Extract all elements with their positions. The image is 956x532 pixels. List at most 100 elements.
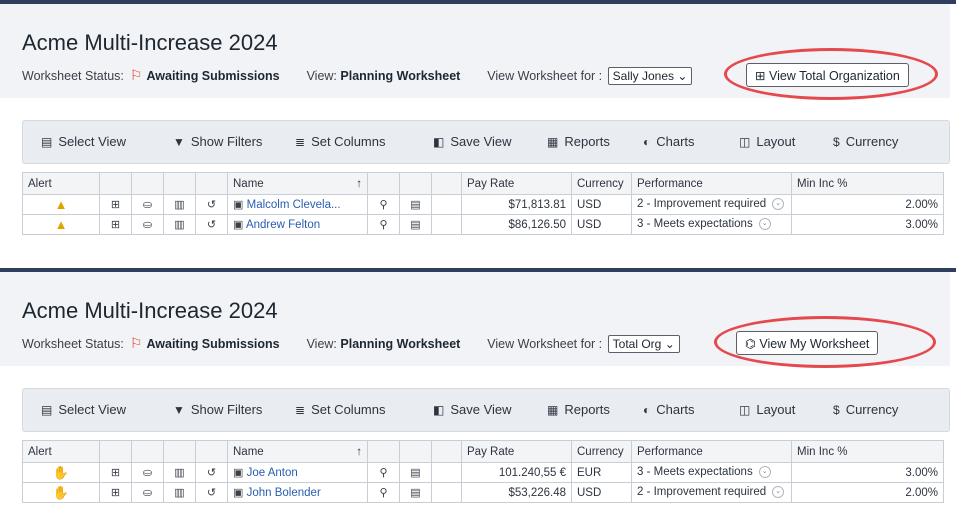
show-filters-button[interactable]: ▼ Show Filters [173,134,262,149]
column-header-alert[interactable]: Alert [22,440,100,463]
details-icon[interactable]: ⊞ [99,482,132,503]
employee-name-link[interactable]: Andrew Felton [246,219,320,231]
document-icon[interactable]: ▤ [399,214,432,235]
column-header-min-inc[interactable]: Min Inc % [791,172,944,195]
worksheet-for-label: View Worksheet for : [487,69,603,83]
column-header-currency[interactable]: Currency [571,172,632,195]
save-view-label: Save View [450,402,512,417]
briefcase-icon[interactable]: ⛀ [131,194,164,215]
book-icon[interactable]: ▥ [163,194,196,215]
layout-icon: ◫ [739,403,751,417]
details-icon[interactable]: ⊞ [99,462,132,483]
view-value: Planning Worksheet [340,69,461,83]
performance-cell[interactable]: 3 - Meets expectations ⌄ [631,214,792,235]
column-header-min-inc[interactable]: Min Inc % [791,440,944,463]
document-icon[interactable]: ▤ [399,462,432,483]
min-inc-cell: 2.00% [791,482,944,503]
details-icon[interactable]: ⊞ [99,214,132,235]
view-value: Planning Worksheet [340,337,461,351]
charts-button[interactable]: ◐ Charts [643,134,695,149]
status-line: Worksheet Status: ⚐ Awaiting Submissions V… [22,67,693,85]
employee-name-link[interactable]: Joe Anton [247,467,298,479]
select-view-label: Select View [58,402,127,417]
worksheet-panel-top: Acme Multi-Increase 2024 Worksheet Statu… [0,0,956,256]
details-icon[interactable]: ⊞ [99,194,132,215]
document-icon[interactable]: ▤ [399,194,432,215]
worksheet-panel-bottom: Acme Multi-Increase 2024 Worksheet Statu… [0,268,956,532]
min-inc-cell: 3.00% [791,462,944,483]
save-view-button[interactable]: ◧ Save View [433,134,512,149]
set-columns-button[interactable]: ≣ Set Columns [295,402,385,417]
save-icon: ◧ [433,135,445,149]
status-value: Awaiting Submissions [146,337,280,351]
employee-name-link[interactable]: John Bolender [247,487,321,499]
warning-icon[interactable]: ▲ [55,217,68,232]
show-filters-button[interactable]: ▼ Show Filters [173,402,262,417]
layout-button[interactable]: ◫ Layout [739,402,795,417]
status-label: Worksheet Status: [22,337,124,351]
stop-hand-icon[interactable]: ✋ [53,465,69,480]
flag-icon: ⚐ [129,67,143,83]
column-header-currency[interactable]: Currency [571,440,632,463]
set-columns-label: Set Columns [311,134,386,149]
column-header-pay-rate[interactable]: Pay Rate [461,440,572,463]
table-row: ✋ ⊞ ⛀ ▥ ↺ ▣ Joe Anton ⚲ ▤ 101.240,55 € E… [22,462,944,483]
currency-cell: EUR [571,462,632,483]
select-view-button[interactable]: ▤ Select View [41,402,126,417]
person-icon[interactable]: ⚲ [367,462,400,483]
min-inc-cell: 3.00% [791,214,944,235]
layout-button[interactable]: ◫ Layout [739,134,795,149]
layout-label: Layout [756,402,796,417]
warning-icon[interactable]: ▲ [55,197,68,212]
briefcase-icon[interactable]: ⛀ [131,214,164,235]
history-icon[interactable]: ↺ [195,482,228,503]
save-view-label: Save View [450,134,512,149]
reports-button[interactable]: ▦ Reports [547,402,610,417]
performance-cell[interactable]: 2 - Improvement required ⌄ [631,482,792,503]
column-header-name[interactable]: Name ↑ [227,440,368,463]
history-icon[interactable]: ↺ [195,462,228,483]
column-header-performance[interactable]: Performance [631,172,792,195]
save-view-button[interactable]: ◧ Save View [433,402,512,417]
sort-up-icon: ↑ [356,177,362,190]
table-row: ✋ ⊞ ⛀ ▥ ↺ ▣ John Bolender ⚲ ▤ $53,226.48… [22,482,944,503]
performance-cell[interactable]: 3 - Meets expectations ⌄ [631,462,792,483]
column-header-performance[interactable]: Performance [631,440,792,463]
chevron-down-icon[interactable]: ⌄ [758,218,771,231]
status-line: Worksheet Status: ⚐ Awaiting Submissions V… [22,335,680,353]
select-view-label: Select View [58,134,127,149]
currency-button[interactable]: $ Currency [833,402,898,417]
column-header-name[interactable]: Name ↑ [227,172,368,195]
employee-name-link[interactable]: Malcolm Clevela... [247,199,341,211]
currency-button[interactable]: $ Currency [833,134,898,149]
chevron-down-icon[interactable]: ⌄ [758,466,771,479]
book-icon[interactable]: ▥ [163,462,196,483]
person-icon[interactable]: ⚲ [367,194,400,215]
charts-button[interactable]: ◐ Charts [643,402,695,417]
person-icon[interactable]: ⚲ [367,482,400,503]
highlight-ellipse [724,48,938,100]
column-header-pay-rate[interactable]: Pay Rate [461,172,572,195]
book-icon[interactable]: ▥ [163,214,196,235]
briefcase-icon[interactable]: ⛀ [131,482,164,503]
reports-label: Reports [564,134,610,149]
select-view-button[interactable]: ▤ Select View [41,134,126,149]
set-columns-button[interactable]: ≣ Set Columns [295,134,385,149]
history-icon[interactable]: ↺ [195,194,228,215]
performance-cell[interactable]: 2 - Improvement required ⌄ [631,194,792,215]
worksheet-for-select[interactable]: Sally Jones ⌄ [607,67,693,85]
chevron-down-icon[interactable]: ⌄ [772,198,785,211]
stop-hand-icon[interactable]: ✋ [53,485,69,500]
book-icon[interactable]: ▥ [163,482,196,503]
document-icon[interactable]: ▤ [399,482,432,503]
pay-rate-cell: 101.240,55 € [461,462,572,483]
history-icon[interactable]: ↺ [195,214,228,235]
column-header-alert[interactable]: Alert [22,172,100,195]
briefcase-icon[interactable]: ⛀ [131,462,164,483]
currency-icon: $ [833,135,840,149]
person-icon[interactable]: ⚲ [367,214,400,235]
chevron-down-icon[interactable]: ⌄ [772,486,785,499]
status-label: Worksheet Status: [22,69,124,83]
reports-button[interactable]: ▦ Reports [547,134,610,149]
worksheet-for-select[interactable]: Total Org ⌄ [607,335,680,353]
